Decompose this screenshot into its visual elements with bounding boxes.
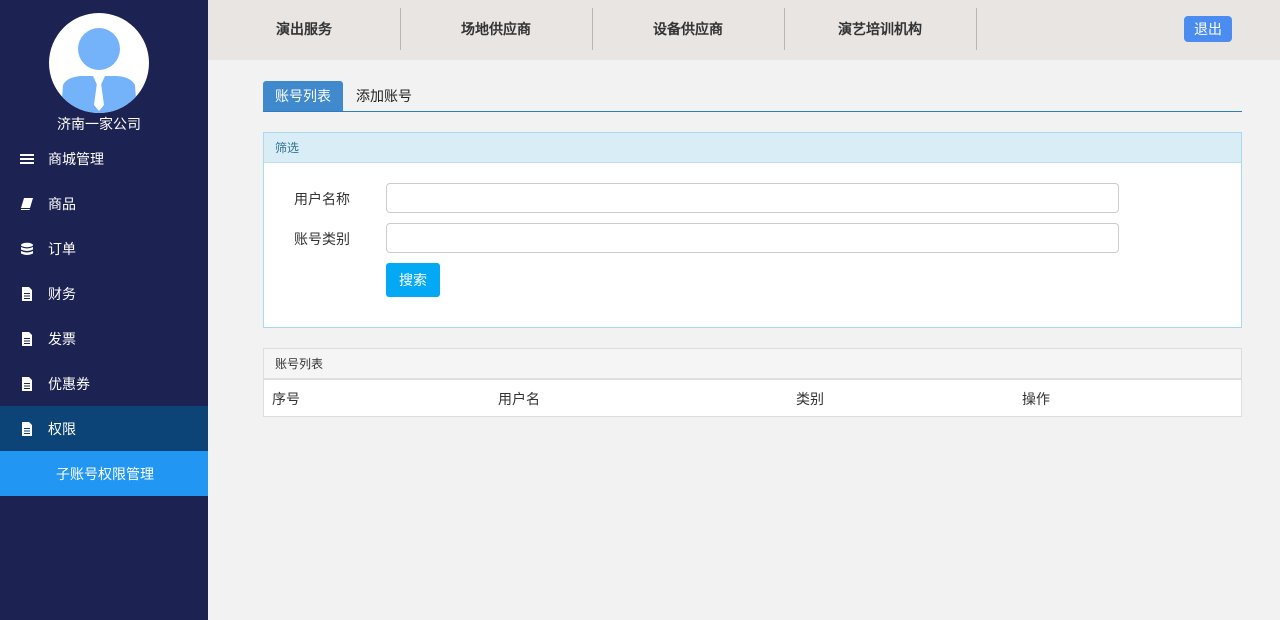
book-icon [20, 197, 34, 211]
document-icon [20, 331, 34, 346]
avatar [49, 13, 149, 113]
sidebar-item-coupons[interactable]: 优惠券 [0, 361, 208, 406]
username-label: 用户名称 [294, 192, 350, 208]
column-header-type: 类别 [796, 392, 824, 408]
document-icon [20, 421, 34, 436]
sidebar-item-label: 优惠券 [48, 376, 90, 393]
account-tabs: 账号列表 添加账号 [263, 81, 1242, 112]
sidebar-item-label: 商品 [48, 196, 76, 213]
topnav-training-institutions[interactable]: 演艺培训机构 [784, 8, 976, 50]
username-input[interactable] [386, 183, 1119, 213]
logout-button[interactable]: 退出 [1184, 16, 1232, 42]
sidebar-item-orders[interactable]: 订单 [0, 226, 208, 271]
company-name: 济南一家公司 [57, 117, 141, 133]
sidebar: 济南一家公司 商城管理 商品 订单 财务 发票 优惠券 权限 子账号权限管理 [0, 0, 208, 620]
sidebar-item-label: 发票 [48, 331, 76, 348]
account-list-title: 账号列表 [264, 349, 1241, 380]
column-header-index: 序号 [272, 392, 300, 408]
list-icon [20, 152, 34, 166]
topnav-venue-suppliers[interactable]: 场地供应商 [400, 8, 592, 50]
top-nav-bar: 演出服务 场地供应商 设备供应商 演艺培训机构 退出 [208, 0, 1280, 60]
sidebar-item-label: 权限 [48, 421, 76, 438]
sidebar-subitem-subaccount-permissions[interactable]: 子账号权限管理 [0, 451, 208, 496]
sidebar-item-label: 财务 [48, 286, 76, 303]
account-type-input[interactable] [386, 223, 1119, 253]
sidebar-item-label: 商城管理 [48, 151, 104, 168]
column-header-actions: 操作 [1022, 392, 1050, 408]
topnav-performance-services[interactable]: 演出服务 [208, 8, 400, 50]
sidebar-item-permissions[interactable]: 权限 [0, 406, 208, 451]
sidebar-subitem-label: 子账号权限管理 [56, 466, 154, 483]
tab-add-account[interactable]: 添加账号 [343, 81, 425, 111]
topnav-divider [976, 8, 977, 50]
filter-panel-title: 筛选 [264, 133, 1241, 163]
topnav-equipment-suppliers[interactable]: 设备供应商 [592, 8, 784, 50]
column-header-username: 用户名 [498, 392, 540, 408]
sidebar-item-invoice[interactable]: 发票 [0, 316, 208, 361]
search-button[interactable]: 搜索 [386, 263, 440, 297]
account-list-panel: 账号列表 序号 用户名 类别 操作 [263, 348, 1242, 417]
document-icon [20, 286, 34, 301]
sidebar-item-finance[interactable]: 财务 [0, 271, 208, 316]
sidebar-menu: 商城管理 商品 订单 财务 发票 优惠券 权限 子账号权限管理 [0, 136, 208, 496]
sidebar-item-mall-management[interactable]: 商城管理 [0, 136, 208, 181]
database-icon [20, 242, 34, 256]
sidebar-item-label: 订单 [48, 241, 76, 258]
user-avatar-icon [61, 28, 137, 113]
tab-account-list[interactable]: 账号列表 [263, 81, 343, 111]
filter-panel: 筛选 用户名称 账号类别 搜索 [263, 132, 1242, 328]
sidebar-item-products[interactable]: 商品 [0, 181, 208, 226]
account-type-label: 账号类别 [294, 232, 350, 248]
document-icon [20, 376, 34, 391]
